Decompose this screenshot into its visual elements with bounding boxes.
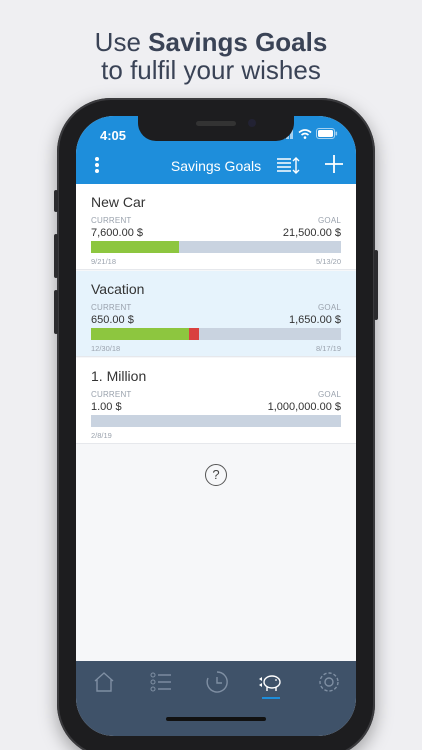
start-date: 2/8/19 <box>91 431 112 440</box>
sort-icon <box>277 157 300 174</box>
progress-fill <box>91 241 179 253</box>
volume-down-button <box>54 290 58 334</box>
progress-fill <box>91 328 189 340</box>
tab-bar <box>76 661 356 736</box>
goal-row[interactable]: Vacation CURRENT GOAL 650.00 $ 1,650.00 … <box>76 271 356 357</box>
goal-name: Vacation <box>91 281 145 297</box>
goal-label: GOAL <box>317 390 341 399</box>
goal-row[interactable]: 1. Million CURRENT GOAL 1.00 $ 1,000,000… <box>76 358 356 444</box>
tab-goals[interactable] <box>258 669 284 695</box>
app-screen: 4:05 Savings Goals New Car CURRENT GOAL <box>76 116 356 736</box>
current-label: CURRENT <box>91 390 132 399</box>
promo-bold: Savings Goals <box>148 27 328 57</box>
goal-row[interactable]: New Car CURRENT GOAL 7,600.00 $ 21,500.0… <box>76 184 356 270</box>
goal-amount: 1,000,000.00 $ <box>267 401 341 413</box>
power-button <box>374 250 378 320</box>
history-icon <box>206 671 228 693</box>
start-date: 9/21/18 <box>91 257 117 266</box>
current-label: CURRENT <box>91 216 132 225</box>
goal-label: GOAL <box>317 303 341 312</box>
volume-up-button <box>54 234 58 278</box>
home-indicator <box>166 717 266 721</box>
overdue-marker <box>189 328 199 340</box>
goal-amount: 1,650.00 $ <box>289 314 341 326</box>
promo-prefix: Use <box>94 27 149 57</box>
status-time: 4:05 <box>100 128 127 143</box>
progress-bar <box>91 415 341 427</box>
goal-amount: 21,500.00 $ <box>282 227 341 239</box>
tab-history[interactable] <box>204 669 230 695</box>
goal-name: 1. Million <box>91 368 147 384</box>
current-amount: 1.00 $ <box>91 401 122 413</box>
promo-headline: Use Savings Goals to fulfil your wishes <box>0 28 422 84</box>
gear-icon <box>319 672 339 692</box>
phone-notch <box>138 113 294 141</box>
piggy-bank-icon <box>259 675 281 691</box>
goal-name: New Car <box>91 194 146 210</box>
current-amount: 7,600.00 $ <box>91 227 143 239</box>
list-icon <box>150 672 171 692</box>
page-title: Savings Goals <box>170 158 262 174</box>
side-button <box>54 190 58 212</box>
current-amount: 650.00 $ <box>91 314 134 326</box>
progress-bar <box>91 241 341 253</box>
end-date: 5/13/20 <box>315 257 341 266</box>
battery-icon <box>316 128 338 139</box>
start-date: 12/30/18 <box>91 344 121 353</box>
sort-button[interactable] <box>276 156 300 176</box>
help-button[interactable]: ? <box>205 464 227 486</box>
active-tab-indicator <box>262 697 280 699</box>
tab-home[interactable] <box>91 669 117 695</box>
progress-bar <box>91 328 341 340</box>
end-date: 8/17/19 <box>315 344 341 353</box>
wifi-icon <box>298 128 312 139</box>
tab-settings[interactable] <box>316 669 342 695</box>
promo-line2: to fulfil your wishes <box>101 55 321 85</box>
add-goal-button[interactable] <box>322 152 346 176</box>
goal-label: GOAL <box>317 216 341 225</box>
tab-list[interactable] <box>148 669 174 695</box>
current-label: CURRENT <box>91 303 132 312</box>
home-icon <box>94 672 114 692</box>
plus-icon <box>325 155 343 173</box>
